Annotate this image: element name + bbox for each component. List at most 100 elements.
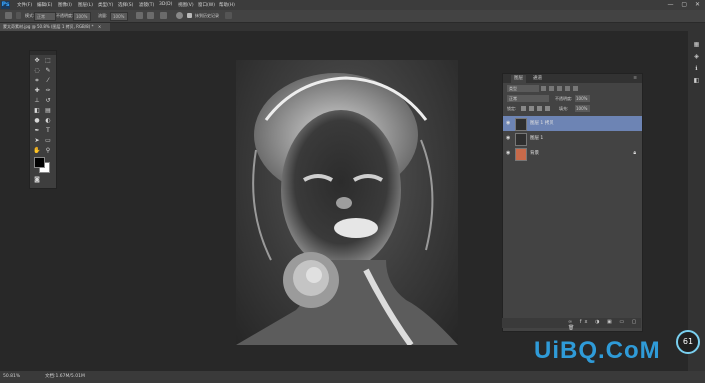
layer-thumbnail	[515, 148, 527, 161]
layer-filter-select[interactable]: 类型	[507, 85, 539, 92]
layer-row[interactable]: ◉ 图层 1	[503, 131, 642, 146]
quick-mask-icon[interactable]: ◙	[33, 176, 41, 184]
menu-file[interactable]: 文件(F)	[17, 2, 32, 8]
foreground-color-swatch[interactable]	[34, 157, 45, 168]
menu-edit[interactable]: 编辑(E)	[37, 2, 52, 8]
airbrush-icon[interactable]	[136, 12, 143, 19]
lock-icon: 🔒︎	[633, 150, 636, 156]
layers-panel: 图层 通道 ≡ 类型 正常 不透明度: 100% 锁定: 填充: 100% ◉ …	[502, 73, 643, 332]
healing-brush-icon[interactable]: ✚	[33, 87, 41, 95]
filter-pixel-icon[interactable]	[541, 86, 546, 91]
lock-transparent-icon[interactable]	[521, 106, 526, 111]
opacity-field[interactable]: 100%	[73, 12, 91, 21]
properties-panel-icon[interactable]: ◈	[693, 53, 700, 60]
mode-label: 模式:	[25, 13, 35, 18]
tab-channels[interactable]: 通道	[530, 75, 545, 83]
shape-tool-icon[interactable]: ▭	[44, 137, 52, 145]
lock-all-icon[interactable]	[545, 106, 550, 111]
history-panel-icon[interactable]: ▦	[693, 41, 700, 48]
filter-smart-object-icon[interactable]	[573, 86, 578, 91]
tablet-pressure-icon[interactable]	[225, 12, 232, 19]
tab-layers[interactable]: 图层	[511, 75, 526, 83]
lock-position-icon[interactable]	[537, 106, 542, 111]
filter-adjustment-icon[interactable]	[549, 86, 554, 91]
crop-tool-icon[interactable]: ⌗	[33, 77, 41, 85]
dodge-tool-icon[interactable]: ◐	[44, 117, 52, 125]
flow-label: 流量:	[98, 13, 108, 18]
visibility-eye-icon[interactable]: ◉	[506, 135, 513, 142]
performance-badge: 61	[676, 330, 700, 354]
layer-row[interactable]: ◉ 图层 1 拷贝	[503, 116, 642, 131]
fill-label: 填充:	[559, 106, 569, 111]
brush-tool-icon[interactable]: ✑	[44, 87, 52, 95]
eraser-icon[interactable]: ◧	[33, 107, 41, 115]
document-size: 文档:1.67M/5.01M	[45, 374, 85, 379]
menu-image[interactable]: 图像(I)	[58, 2, 72, 8]
menu-bar: Ps 文件(F) 编辑(E) 图像(I) 图层(L) 类型(Y) 选择(S) 滤…	[0, 0, 705, 10]
pen-tool-icon[interactable]: ✒	[33, 127, 41, 135]
info-panel-icon[interactable]: ℹ	[693, 65, 700, 72]
zoom-level[interactable]: 50.81%	[3, 371, 20, 383]
menu-view[interactable]: 视图(V)	[178, 2, 194, 8]
lasso-tool-icon[interactable]: ◌	[33, 67, 41, 75]
document-tab[interactable]: 蒙太奇素材.jpg @ 50.8% (图层 1 拷贝, RGB/8) * ×	[0, 23, 113, 31]
filter-type-icon[interactable]	[557, 86, 562, 91]
eraser-tool-icon[interactable]	[5, 12, 12, 19]
layers-panel-footer: ∞ fx ◑ ▣ ▭ ▢ 🗑︎	[502, 318, 641, 331]
menu-select[interactable]: 选择(S)	[118, 2, 133, 8]
status-bar: 50.81% 文档:1.67M/5.01M	[0, 371, 705, 383]
panel-menu-icon[interactable]: ≡	[630, 75, 640, 83]
gradient-tool-icon[interactable]: ▤	[44, 107, 52, 115]
quick-select-tool-icon[interactable]: ✎	[44, 67, 52, 75]
right-dock: ▦ ◈ ℹ ◧	[688, 31, 705, 371]
document-tab-title: 蒙太奇素材.jpg @ 50.8% (图层 1 拷贝, RGB/8) *	[3, 24, 94, 29]
move-tool-icon[interactable]: ✥	[33, 57, 41, 65]
tools-panel-header[interactable]	[30, 51, 56, 55]
layer-thumbnail	[515, 118, 527, 131]
erase-history-checkbox[interactable]	[187, 13, 192, 18]
layer-opacity-field[interactable]: 100%	[575, 95, 590, 102]
layer-row[interactable]: ◉ 背景 🔒︎	[503, 146, 642, 161]
document-canvas[interactable]	[236, 60, 458, 345]
close-icon[interactable]: ×	[98, 24, 101, 29]
layer-name: 背景	[530, 151, 539, 156]
watermark-text: UiBQ.CoM	[534, 337, 661, 364]
menu-layer[interactable]: 图层(L)	[78, 2, 93, 8]
blur-tool-icon[interactable]: ●	[33, 117, 41, 125]
menu-window[interactable]: 窗口(W)	[198, 2, 215, 8]
blend-mode-select[interactable]: 正常	[507, 95, 549, 102]
clone-stamp-icon[interactable]: ⊥	[33, 97, 41, 105]
lock-label: 锁定:	[507, 106, 517, 111]
menu-3d[interactable]: 3D(D)	[159, 2, 172, 7]
layer-opacity-label: 不透明度:	[555, 96, 573, 101]
zoom-tool-icon[interactable]: ⚲	[44, 147, 52, 155]
history-brush-icon[interactable]: ↺	[44, 97, 52, 105]
pressure-opacity-icon[interactable]	[160, 12, 167, 19]
brush-preset-icon[interactable]	[16, 12, 21, 19]
visibility-eye-icon[interactable]: ◉	[506, 150, 513, 157]
window-controls[interactable]: — ▢ ✕	[667, 1, 703, 8]
layer-thumbnail	[515, 133, 527, 146]
inverted-portrait-image	[236, 73, 458, 345]
layer-actions-icons[interactable]: ∞ fx ◑ ▣ ▭ ▢ 🗑︎	[568, 319, 641, 331]
photoshop-logo: Ps	[1, 1, 10, 9]
flow-field[interactable]: 100%	[110, 12, 128, 21]
hand-tool-icon[interactable]: ✋	[33, 147, 41, 155]
lock-image-icon[interactable]	[529, 106, 534, 111]
layer-name: 图层 1	[530, 136, 544, 141]
path-select-icon[interactable]: ➤	[33, 137, 41, 145]
menu-filter[interactable]: 滤镜(T)	[139, 2, 154, 8]
type-tool-icon[interactable]: T	[44, 127, 52, 135]
fill-field[interactable]: 100%	[575, 105, 590, 112]
layers-panel-icon[interactable]: ◧	[693, 77, 700, 84]
eyedropper-tool-icon[interactable]: ⁄	[44, 77, 52, 85]
menu-help[interactable]: 帮助(H)	[219, 2, 235, 8]
pressure-size-icon[interactable]	[147, 12, 154, 19]
layer-name: 图层 1 拷贝	[530, 121, 554, 126]
settings-icon[interactable]	[176, 12, 183, 19]
filter-shape-icon[interactable]	[565, 86, 570, 91]
mode-select[interactable]: 正常	[34, 12, 56, 21]
visibility-eye-icon[interactable]: ◉	[506, 120, 513, 127]
marquee-tool-icon[interactable]: ⬚	[44, 57, 52, 65]
menu-type[interactable]: 类型(Y)	[98, 2, 113, 8]
